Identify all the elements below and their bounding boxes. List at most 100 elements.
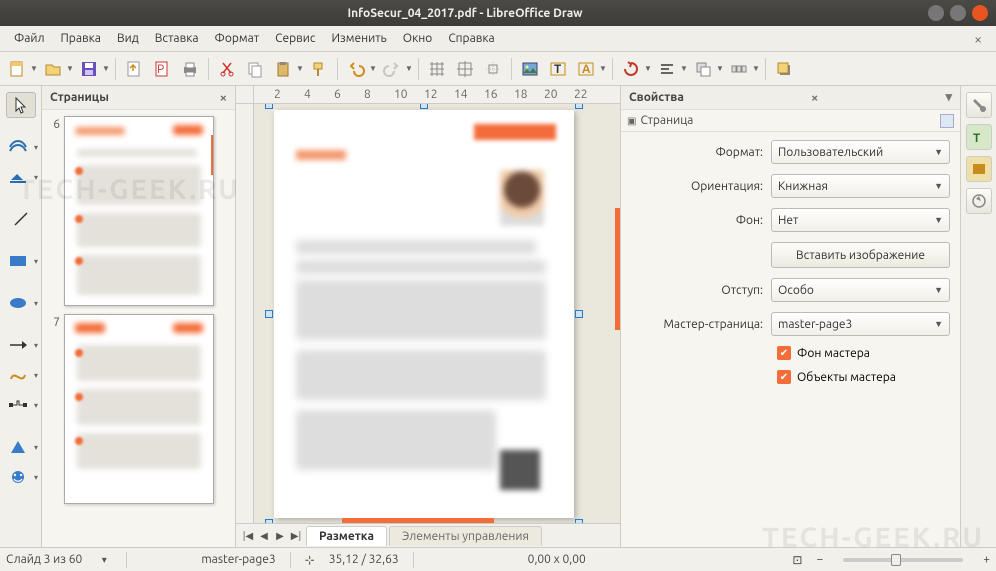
sidebar-properties-tab[interactable] <box>966 92 992 118</box>
shadow-button[interactable] <box>771 56 797 82</box>
line-color-tool[interactable] <box>3 134 33 160</box>
sidebar-gallery-tab[interactable] <box>966 156 992 182</box>
menu-format[interactable]: Формат <box>207 28 268 49</box>
align-dropdown[interactable]: ▼ <box>680 64 688 73</box>
insert-image-btn[interactable]: Вставить изображение <box>771 242 950 268</box>
align-button[interactable] <box>654 56 680 82</box>
insert-textbox-button[interactable]: T <box>545 56 571 82</box>
zoom-out-button[interactable]: − <box>816 553 823 566</box>
connector-tool[interactable] <box>3 392 33 418</box>
line-tool[interactable] <box>6 206 36 232</box>
undo-button[interactable] <box>343 56 369 82</box>
tab-nav-prev[interactable]: ◀ <box>256 528 272 544</box>
page-thumbnail[interactable]: 6 <box>46 116 231 306</box>
sidebar-styles-tab[interactable]: T <box>966 124 992 150</box>
undo-dropdown[interactable]: ▼ <box>369 64 377 73</box>
section-more-button[interactable] <box>940 114 954 128</box>
properties-panel-close[interactable]: × <box>811 91 818 105</box>
menu-tools[interactable]: Сервис <box>267 28 323 49</box>
menu-modify[interactable]: Изменить <box>323 28 394 49</box>
arrow-tool[interactable] <box>3 332 33 358</box>
export-button[interactable] <box>121 56 147 82</box>
maximize-button[interactable] <box>950 5 966 21</box>
master-page-dropdown[interactable]: master-page3▼ <box>771 312 950 336</box>
sidebar-navigator-tab[interactable] <box>966 188 992 214</box>
zoom-slider[interactable] <box>843 558 963 562</box>
pages-thumbnails[interactable]: 6 7 <box>42 110 235 547</box>
print-button[interactable] <box>177 56 203 82</box>
export-pdf-button[interactable]: P <box>149 56 175 82</box>
section-page-header[interactable]: ▣ Страница <box>621 110 960 132</box>
redo-dropdown[interactable]: ▼ <box>405 64 413 73</box>
close-button[interactable] <box>972 5 988 21</box>
page-thumbnail[interactable]: 7 <box>46 314 231 504</box>
fontwork-dropdown[interactable]: ▼ <box>599 64 607 73</box>
open-dropdown[interactable]: ▼ <box>66 64 74 73</box>
page-object[interactable] <box>274 110 574 518</box>
master-bg-checkbox[interactable]: ✔ <box>777 346 791 360</box>
curve-tool[interactable] <box>3 362 33 388</box>
orientation-label: Ориентация: <box>631 180 763 193</box>
format-dropdown[interactable]: Пользовательский▼ <box>771 140 950 164</box>
drawing-canvas[interactable] <box>254 104 620 523</box>
margin-dropdown[interactable]: Особо▼ <box>771 278 950 302</box>
clone-format-button[interactable] <box>306 56 332 82</box>
orientation-dropdown[interactable]: Книжная▼ <box>771 174 950 198</box>
new-dropdown[interactable]: ▼ <box>30 64 38 73</box>
svg-text:T: T <box>554 63 561 76</box>
section-page-title: Страница <box>640 114 693 127</box>
status-layer-dropdown[interactable]: ▾ <box>96 552 112 568</box>
master-page-label: Мастер-страница: <box>631 318 763 331</box>
background-dropdown[interactable]: Нет▼ <box>771 208 950 232</box>
ellipse-tool[interactable] <box>3 290 33 316</box>
insert-image-button[interactable] <box>517 56 543 82</box>
vertical-ruler[interactable] <box>236 104 254 523</box>
tab-nav-next[interactable]: ▶ <box>272 528 288 544</box>
distribute-dropdown[interactable]: ▼ <box>752 64 760 73</box>
tab-nav-last[interactable]: ▶| <box>288 528 304 544</box>
master-obj-checkbox[interactable]: ✔ <box>777 370 791 384</box>
rotate-button[interactable] <box>618 56 644 82</box>
save-button[interactable] <box>76 56 102 82</box>
arrange-dropdown[interactable]: ▼ <box>716 64 724 73</box>
save-dropdown[interactable]: ▼ <box>102 64 110 73</box>
pages-panel-close[interactable]: × <box>220 91 227 105</box>
menu-edit[interactable]: Правка <box>53 28 109 49</box>
helplines-button[interactable] <box>480 56 506 82</box>
horizontal-ruler[interactable]: 2 4 6 8 10 12 14 16 18 20 22 <box>254 86 620 103</box>
select-tool[interactable] <box>6 92 36 118</box>
thumbnail-number: 6 <box>46 118 60 131</box>
menu-file[interactable]: Файл <box>6 28 53 49</box>
grid-toggle-button[interactable] <box>424 56 450 82</box>
horizontal-scrollbar[interactable] <box>342 518 494 523</box>
minimize-button[interactable] <box>928 5 944 21</box>
basic-shapes-tool[interactable] <box>3 434 33 460</box>
distribute-button[interactable] <box>726 56 752 82</box>
paste-dropdown[interactable]: ▼ <box>296 64 304 73</box>
copy-button[interactable] <box>242 56 268 82</box>
paste-button[interactable] <box>270 56 296 82</box>
rotate-dropdown[interactable]: ▼ <box>644 64 652 73</box>
properties-panel-menu[interactable]: ▾ <box>945 90 952 105</box>
redo-button[interactable] <box>379 56 405 82</box>
symbol-shapes-tool[interactable] <box>3 464 33 490</box>
menu-window[interactable]: Окно <box>395 28 441 49</box>
document-close-button[interactable]: × <box>966 31 990 47</box>
new-button[interactable] <box>4 56 30 82</box>
open-button[interactable] <box>40 56 66 82</box>
fontwork-button[interactable]: A <box>573 56 599 82</box>
rectangle-tool[interactable] <box>3 248 33 274</box>
zoom-in-button[interactable]: + <box>983 553 990 566</box>
snap-guides-button[interactable] <box>452 56 478 82</box>
menu-insert[interactable]: Вставка <box>147 28 207 49</box>
arrange-button[interactable] <box>690 56 716 82</box>
tab-controls[interactable]: Элементы управления <box>389 526 542 546</box>
menu-view[interactable]: Вид <box>109 28 147 49</box>
menu-help[interactable]: Справка <box>440 28 502 49</box>
cut-button[interactable] <box>214 56 240 82</box>
fill-color-tool[interactable] <box>3 164 33 190</box>
tab-layout[interactable]: Разметка <box>306 526 387 546</box>
vertical-scrollbar[interactable] <box>615 208 620 330</box>
zoom-fit-button[interactable]: ⊡ <box>792 553 802 567</box>
tab-nav-first[interactable]: |◀ <box>240 528 256 544</box>
